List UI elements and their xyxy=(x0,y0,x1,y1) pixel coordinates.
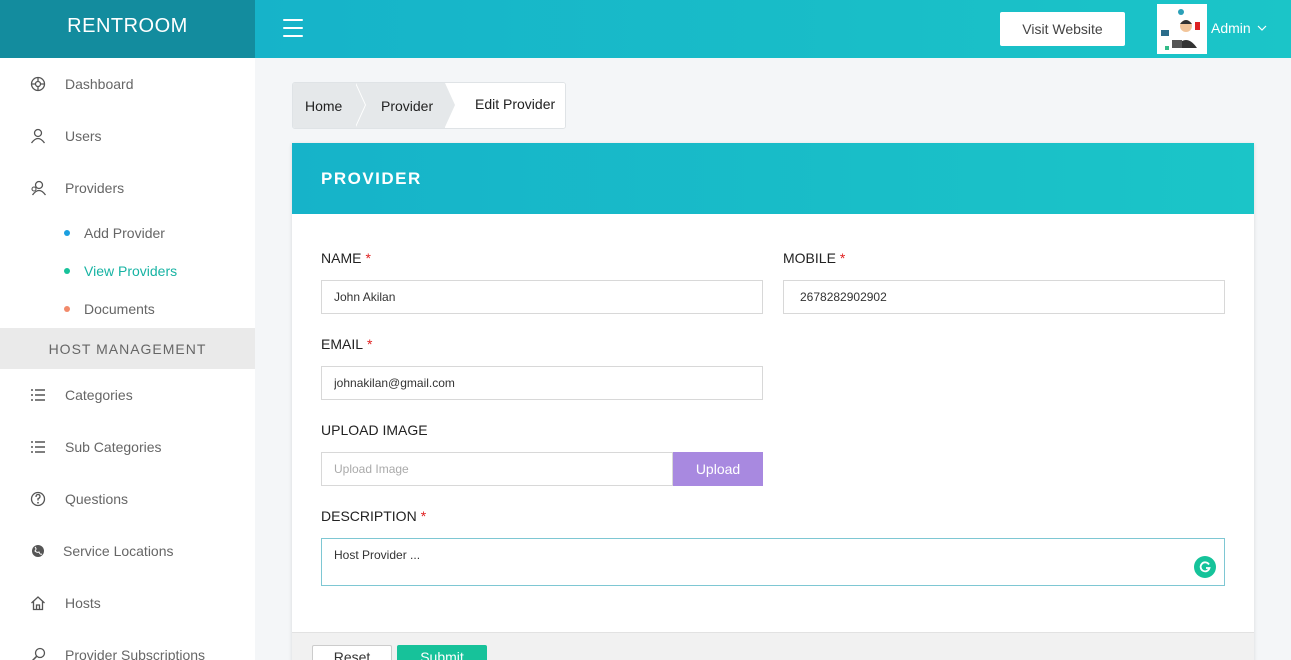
sidebar-item-provider-subscriptions[interactable]: Provider Subscriptions xyxy=(0,629,255,660)
chevron-down-icon xyxy=(1257,25,1267,31)
top-bar: Visit Website Admin xyxy=(255,0,1291,58)
sidebar-item-label: Questions xyxy=(65,491,129,507)
user-icon xyxy=(28,126,48,146)
card-title: PROVIDER xyxy=(292,143,1254,214)
globe-icon xyxy=(28,541,48,561)
breadcrumb-home[interactable]: Home xyxy=(293,83,366,128)
dashboard-icon xyxy=(28,74,48,94)
description-label: DESCRIPTION * xyxy=(321,508,427,524)
sidebar-item-label: Service Locations xyxy=(63,543,174,559)
sidebar-subitem-label: View Providers xyxy=(84,263,178,279)
bullet-dot xyxy=(64,230,70,236)
upload-image-label: UPLOAD IMAGE xyxy=(321,422,428,438)
question-icon xyxy=(28,489,48,509)
sidebar-item-label: Provider Subscriptions xyxy=(65,647,206,660)
providers-icon xyxy=(28,178,48,198)
sidebar-item-users[interactable]: Users xyxy=(0,110,255,162)
search-icon xyxy=(28,645,48,660)
bullet-dot xyxy=(64,306,70,312)
section-header-host-management: HOST MANAGEMENT xyxy=(0,328,255,369)
avatar-icon xyxy=(1161,9,1200,50)
sidebar-item-hosts[interactable]: Hosts xyxy=(0,577,255,629)
sidebar-subitem-view-providers[interactable]: View Providers xyxy=(64,260,177,282)
sidebar-subitem-label: Documents xyxy=(84,301,155,317)
sidebar-item-providers[interactable]: Providers xyxy=(0,162,255,214)
list-icon xyxy=(28,385,48,405)
sidebar-item-service-locations[interactable]: Service Locations xyxy=(0,525,255,577)
admin-menu[interactable]: Admin xyxy=(1211,20,1267,36)
sidebar-item-sub-categories[interactable]: Sub Categories xyxy=(0,421,255,473)
sidebar: Dashboard Users Providers Add Provider V… xyxy=(0,58,255,660)
sidebar-item-label: Categories xyxy=(65,387,133,403)
avatar[interactable] xyxy=(1157,4,1207,54)
sidebar-item-label: Sub Categories xyxy=(65,439,162,455)
mobile-field[interactable] xyxy=(783,280,1225,314)
breadcrumb-current: Edit Provider xyxy=(445,83,565,128)
sidebar-subitem-documents[interactable]: Documents xyxy=(64,298,155,320)
email-label: EMAIL * xyxy=(321,336,373,352)
email-field[interactable] xyxy=(321,366,763,400)
menu-toggle-icon[interactable] xyxy=(283,19,303,37)
name-label: NAME * xyxy=(321,250,371,266)
list-icon xyxy=(28,437,48,457)
sidebar-item-categories[interactable]: Categories xyxy=(0,369,255,421)
sidebar-item-label: Providers xyxy=(65,180,125,196)
bullet-dot xyxy=(64,268,70,274)
admin-label: Admin xyxy=(1211,20,1251,36)
sidebar-item-questions[interactable]: Questions xyxy=(0,473,255,525)
sidebar-subitem-add-provider[interactable]: Add Provider xyxy=(64,222,165,244)
sidebar-item-label: Hosts xyxy=(65,595,101,611)
visit-website-button[interactable]: Visit Website xyxy=(1000,12,1125,46)
sidebar-item-dashboard[interactable]: Dashboard xyxy=(0,58,255,110)
grammarly-icon[interactable] xyxy=(1194,556,1216,578)
name-field[interactable] xyxy=(321,280,763,314)
breadcrumb: Home Provider Edit Provider xyxy=(292,82,566,129)
reset-button[interactable]: Reset xyxy=(312,645,392,660)
submit-button[interactable]: Submit xyxy=(397,645,487,660)
breadcrumb-provider[interactable]: Provider xyxy=(355,83,456,128)
mobile-label: MOBILE * xyxy=(783,250,846,266)
form-footer: Reset Submit xyxy=(292,632,1254,660)
sidebar-subitem-label: Add Provider xyxy=(84,225,165,241)
home-icon xyxy=(28,593,48,613)
sidebar-item-label: Users xyxy=(65,128,102,144)
provider-form-card: PROVIDER NAME* MOBILE* EMAIL* UPLOAD IMA… xyxy=(292,143,1254,660)
upload-button[interactable]: Upload xyxy=(673,452,763,486)
description-field[interactable]: Host Provider ... xyxy=(321,538,1225,586)
upload-image-input[interactable] xyxy=(321,452,673,486)
brand-logo[interactable]: RENTROOM xyxy=(0,0,255,58)
sidebar-item-label: Dashboard xyxy=(65,76,134,92)
